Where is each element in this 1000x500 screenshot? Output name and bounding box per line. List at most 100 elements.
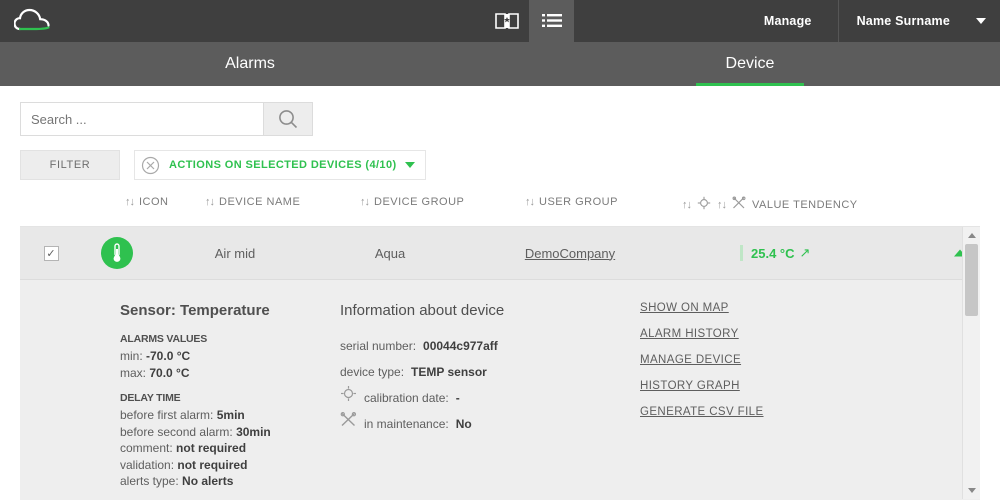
- alarm-history-link[interactable]: ALARM HISTORY: [640, 328, 900, 340]
- alerts-type-row: alerts type: No alerts: [120, 474, 340, 490]
- history-graph-link[interactable]: HISTORY GRAPH: [640, 380, 900, 392]
- filter-button[interactable]: FILTER: [20, 150, 120, 180]
- search-icon: [279, 110, 298, 129]
- alarm-min-row: min: -70.0 °C: [120, 349, 340, 365]
- topbar-view-switch: [484, 0, 574, 42]
- chevron-down-icon: [976, 18, 986, 24]
- cell-user-group[interactable]: DemoCompany: [500, 246, 640, 261]
- generate-csv-file-link[interactable]: GENERATE CSV FILE: [640, 406, 900, 418]
- maintenance-tools-icon: [732, 196, 746, 213]
- column-header-icon[interactable]: ↑↓ ICON: [125, 196, 169, 208]
- list-scrollbar[interactable]: [962, 227, 980, 499]
- alarm-max-value: 70.0 °C: [149, 365, 190, 380]
- value-text: 25.4 °C: [751, 245, 795, 261]
- sort-icon: ↑↓: [717, 198, 727, 211]
- column-header-device-group[interactable]: ↑↓ DEVICE GROUP: [360, 196, 464, 208]
- validation-value: not required: [177, 457, 248, 472]
- nav-tabs: Alarms Device: [0, 42, 1000, 86]
- sort-icon: ↑↓: [125, 196, 135, 208]
- scrollbar-thumb[interactable]: [965, 244, 978, 316]
- maintenance-value: No: [455, 417, 472, 431]
- book-star-icon[interactable]: [484, 0, 529, 42]
- alerts-type-value: No alerts: [182, 474, 234, 488]
- delay-time-title: DELAY TIME: [120, 392, 181, 404]
- search-row: [20, 102, 980, 136]
- alarm-min-value: -70.0 °C: [146, 349, 191, 363]
- scroll-up-button[interactable]: [963, 227, 980, 244]
- column-label-value-tendency: VALUE TENDENCY: [752, 198, 858, 211]
- before-first-alarm-value: 5min: [216, 408, 245, 422]
- alarm-min-label: min:: [120, 349, 143, 363]
- column-label-user-group: USER GROUP: [539, 196, 618, 208]
- list-view-icon[interactable]: [529, 0, 574, 42]
- validation-label: validation:: [120, 457, 175, 472]
- alarm-values-title: ALARMS VALUES: [120, 333, 208, 345]
- device-type-value: TEMP sensor: [411, 365, 487, 379]
- application-window: Manage Name Surname Alarms Device FILTER: [0, 0, 1000, 500]
- device-type-label: device type:: [340, 365, 405, 379]
- calibration-date-value: -: [455, 391, 460, 405]
- device-info-title: Information about device: [340, 302, 505, 319]
- maintenance-row: in maintenance: No: [340, 411, 640, 437]
- filter-row: FILTER ACTIONS ON SELECTED DEVICES (4/10…: [20, 150, 980, 180]
- manage-device-link[interactable]: MANAGE DEVICE: [640, 354, 900, 366]
- row-detail-panel: Sensor: Temperature ALARMS VALUES min: -…: [20, 280, 980, 500]
- before-first-alarm-label: before first alarm:: [120, 408, 214, 422]
- tab-device[interactable]: Device: [500, 42, 1000, 86]
- column-header-device-name[interactable]: ↑↓ DEVICE NAME: [205, 196, 300, 208]
- column-label-device-group: DEVICE GROUP: [374, 196, 465, 208]
- chevron-down-icon: [967, 488, 976, 493]
- sort-icon: ↑↓: [205, 196, 215, 208]
- serial-number-row: serial number: 00044c977aff: [340, 333, 640, 359]
- top-bar: Manage Name Surname: [0, 0, 1000, 42]
- actions-chevron-down-icon[interactable]: [404, 162, 415, 168]
- sort-icon: ↑↓: [682, 198, 692, 211]
- calibration-target-icon: [340, 385, 357, 411]
- before-second-alarm-label: before second alarm:: [120, 424, 233, 439]
- validation-row: validation: not required: [120, 458, 340, 474]
- actions-on-selected-devices: ACTIONS ON SELECTED DEVICES (4/10): [134, 150, 426, 180]
- column-label-icon: ICON: [139, 196, 169, 208]
- search-input[interactable]: [20, 102, 263, 136]
- sort-icon: ↑↓: [525, 196, 535, 208]
- sensor-info-column: Sensor: Temperature ALARMS VALUES min: -…: [20, 302, 340, 491]
- before-second-alarm-row: before second alarm: 30min: [120, 425, 340, 441]
- user-name-label: Name Surname: [856, 14, 950, 28]
- device-info-column: Information about device serial number: …: [340, 302, 640, 491]
- row-checkbox-cell: ✓: [20, 245, 82, 261]
- chevron-up-icon: [967, 233, 976, 238]
- device-list: ✓ Air mid Aqua DemoCompany 25.4 °C ↗ Sen…: [20, 227, 980, 500]
- search-button[interactable]: [263, 102, 313, 136]
- tab-alarms[interactable]: Alarms: [0, 42, 500, 86]
- actions-label[interactable]: ACTIONS ON SELECTED DEVICES (4/10): [169, 159, 397, 171]
- maintenance-label: in maintenance:: [364, 417, 449, 431]
- column-header-value-tendency[interactable]: ↑↓ ↑↓ VALUE TENDENCY: [682, 196, 858, 213]
- column-label-device-name: DEVICE NAME: [219, 196, 301, 208]
- alerts-type-label: alerts type:: [120, 474, 179, 488]
- user-menu[interactable]: Name Surname: [837, 0, 1000, 42]
- alarm-max-row: max: 70.0 °C: [120, 366, 340, 382]
- topbar-right: Manage Name Surname: [738, 0, 1000, 42]
- thermometer-icon: [101, 237, 133, 269]
- column-header-user-group[interactable]: ↑↓ USER GROUP: [525, 196, 618, 208]
- cloud-logo[interactable]: [0, 0, 120, 42]
- toolbar: FILTER ACTIONS ON SELECTED DEVICES (4/10…: [0, 86, 1000, 180]
- maintenance-tools-icon: [340, 411, 357, 437]
- row-checkbox[interactable]: ✓: [43, 245, 59, 261]
- trend-up-icon: ↗: [799, 245, 811, 260]
- comment-row: comment: not required: [120, 441, 340, 457]
- user-group-link[interactable]: DemoCompany: [525, 246, 615, 261]
- cell-device-group: Aqua: [374, 245, 406, 261]
- manage-link[interactable]: Manage: [738, 14, 838, 28]
- clear-selection-icon[interactable]: [135, 156, 165, 175]
- before-second-alarm-value: 30min: [236, 424, 271, 439]
- cell-device-name: Air mid: [214, 245, 256, 261]
- cell-value-tendency: 25.4 °C ↗: [740, 245, 810, 261]
- table-header: ↑↓ ICON ↑↓ DEVICE NAME ↑↓ DEVICE GROUP ↑…: [20, 196, 980, 227]
- scroll-down-button[interactable]: [963, 482, 980, 499]
- table-row[interactable]: ✓ Air mid Aqua DemoCompany 25.4 °C ↗: [20, 227, 980, 280]
- show-on-map-link[interactable]: SHOW ON MAP: [640, 302, 900, 314]
- serial-number-value: 00044c977aff: [423, 339, 498, 353]
- comment-label: comment:: [120, 441, 173, 455]
- serial-number-label: serial number:: [340, 339, 417, 353]
